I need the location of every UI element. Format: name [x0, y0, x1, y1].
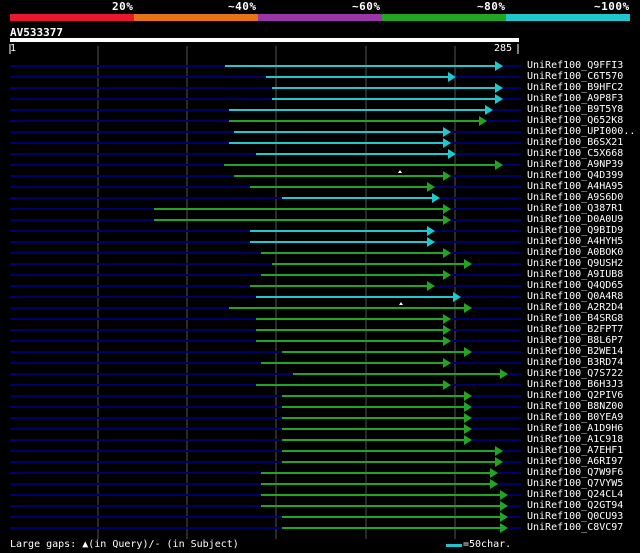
hit-arrow: [443, 325, 451, 335]
hit-arrow: [495, 61, 503, 71]
hit-label[interactable]: UniRef100_B9T5Y8: [527, 104, 623, 115]
hit-arrow: [464, 435, 472, 445]
hit-arrow: [427, 281, 435, 291]
hit-label[interactable]: UniRef100_C8VC97: [527, 522, 623, 533]
hit-arrow: [464, 402, 472, 412]
query-bar: [10, 38, 519, 42]
hit-arrow: [500, 501, 508, 511]
hit-label[interactable]: UniRef100_Q7W9F6: [527, 467, 623, 478]
hit-label[interactable]: UniRef100_Q9BID9: [527, 225, 623, 236]
hit-label[interactable]: UniRef100_Q0CU93: [527, 511, 623, 522]
hit-label[interactable]: UniRef100_C5X668: [527, 148, 623, 159]
hit-arrow: [427, 237, 435, 247]
hit-arrow: [464, 424, 472, 434]
hit-arrow: [443, 171, 451, 181]
hit-arrow: [464, 259, 472, 269]
hit-label[interactable]: UniRef100_D0A0U9: [527, 214, 623, 225]
hit-arrow: [464, 391, 472, 401]
hit-arrow: [490, 468, 498, 478]
hit-arrow: [443, 358, 451, 368]
hit-label[interactable]: UniRef100_Q7VYW5: [527, 478, 623, 489]
hit-label[interactable]: UniRef100_A1D9H6: [527, 423, 623, 434]
hit-arrow: [500, 523, 508, 533]
hit-arrow: [443, 127, 451, 137]
hit-label[interactable]: UniRef100_A9P8F3: [527, 93, 623, 104]
hit-label[interactable]: UniRef100_Q9USH2: [527, 258, 623, 269]
scale-swatch: [446, 544, 462, 547]
hit-label[interactable]: UniRef100_B8L6P7: [527, 335, 623, 346]
hit-arrow: [453, 292, 461, 302]
hit-arrow: [495, 446, 503, 456]
hit-label[interactable]: UniRef100_A0BOK0: [527, 247, 623, 258]
hit-arrow: [443, 215, 451, 225]
hit-arrow: [443, 138, 451, 148]
hit-label[interactable]: UniRef100_Q652K8: [527, 115, 623, 126]
scale-start: 1: [10, 43, 17, 54]
hit-arrow: [464, 413, 472, 423]
hit-arrow: [432, 193, 440, 203]
query-gap-marker: [399, 302, 403, 305]
hit-label[interactable]: UniRef100_B6H3J3: [527, 379, 623, 390]
hit-label[interactable]: UniRef100_UPI000..: [527, 126, 635, 137]
hit-label[interactable]: UniRef100_Q2GT94: [527, 500, 623, 511]
hit-label[interactable]: UniRef100_Q9FFI3: [527, 60, 623, 71]
hit-label[interactable]: UniRef100_B4SRG8: [527, 313, 623, 324]
hit-arrow: [443, 270, 451, 280]
hit-arrow: [443, 336, 451, 346]
query-gap-marker: [398, 170, 402, 173]
hit-label[interactable]: UniRef100_B9HFC2: [527, 82, 623, 93]
hit-label[interactable]: UniRef100_A9NP39: [527, 159, 623, 170]
hit-arrow: [443, 314, 451, 324]
hit-label[interactable]: UniRef100_Q0A4R8: [527, 291, 623, 302]
hit-arrow: [427, 182, 435, 192]
hit-label[interactable]: UniRef100_A9S6D0: [527, 192, 623, 203]
hit-label[interactable]: UniRef100_Q24CL4: [527, 489, 623, 500]
hit-label[interactable]: UniRef100_Q4QD65: [527, 280, 623, 291]
hit-label[interactable]: UniRef100_A9IUB8: [527, 269, 623, 280]
hit-arrow: [495, 83, 503, 93]
hit-label[interactable]: UniRef100_A4HYH5: [527, 236, 623, 247]
hit-label[interactable]: UniRef100_A6RI97: [527, 456, 623, 467]
hit-arrow: [495, 160, 503, 170]
scale-legend: =50char.: [463, 539, 512, 550]
hit-arrow: [464, 347, 472, 357]
hit-label[interactable]: UniRef100_B8NZ00: [527, 401, 623, 412]
hit-arrow: [427, 226, 435, 236]
hit-arrow: [500, 369, 508, 379]
hit-arrow: [485, 105, 493, 115]
hit-label[interactable]: UniRef100_B6SX21: [527, 137, 623, 148]
hit-arrow: [443, 248, 451, 258]
hit-arrow: [495, 457, 503, 467]
hit-arrow: [500, 490, 508, 500]
hit-arrow: [443, 380, 451, 390]
hit-label[interactable]: UniRef100_A2R2D4: [527, 302, 623, 313]
hit-label[interactable]: UniRef100_Q7S722: [527, 368, 623, 379]
hit-arrow: [490, 479, 498, 489]
scale-end: 285: [494, 43, 513, 54]
hit-arrow: [495, 94, 503, 104]
hit-label[interactable]: UniRef100_A7EHF1: [527, 445, 623, 456]
hit-label[interactable]: UniRef100_A4HA95: [527, 181, 623, 192]
hit-label[interactable]: UniRef100_A1C918: [527, 434, 623, 445]
hit-label[interactable]: UniRef100_Q387R1: [527, 203, 623, 214]
hit-label[interactable]: UniRef100_C6T570: [527, 71, 623, 82]
hit-label[interactable]: UniRef100_B3RD74: [527, 357, 623, 368]
hit-arrow: [464, 303, 472, 313]
gap-legend: Large gaps: ▲(in Query)/- (in Subject): [10, 539, 239, 550]
hit-arrow: [479, 116, 487, 126]
hit-label[interactable]: UniRef100_Q4D399: [527, 170, 623, 181]
hit-label[interactable]: UniRef100_B0YEA9: [527, 412, 623, 423]
hit-label[interactable]: UniRef100_B2FPT7: [527, 324, 623, 335]
hit-label[interactable]: UniRef100_Q2PIV6: [527, 390, 623, 401]
hit-arrow: [443, 204, 451, 214]
hit-arrow: [500, 512, 508, 522]
hit-label[interactable]: UniRef100_B2WE14: [527, 346, 623, 357]
